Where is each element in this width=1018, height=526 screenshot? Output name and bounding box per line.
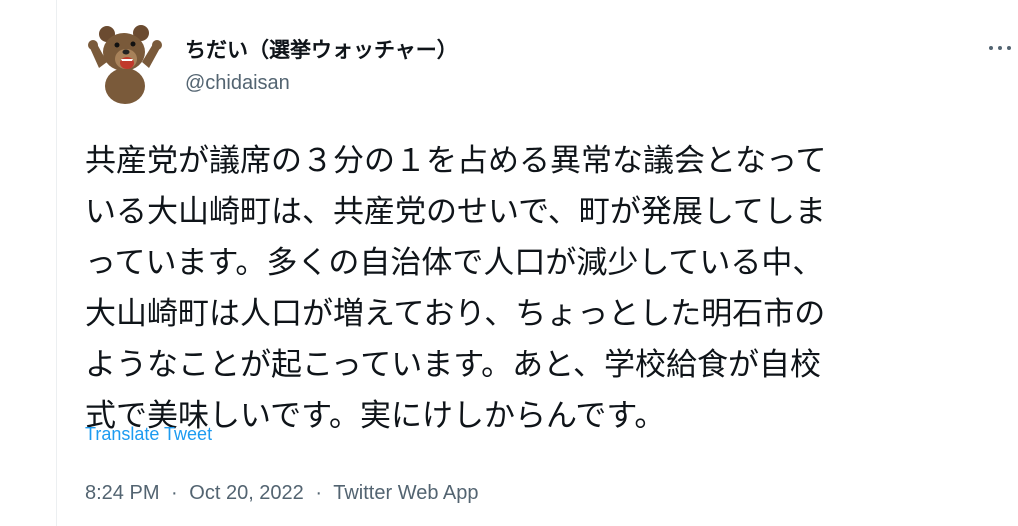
tweet-text-line: いる大山崎町は、共産党のせいで、町が発展してしま	[85, 194, 826, 230]
metadata-separator: ·	[171, 482, 178, 504]
tweet-text-line: っています。多くの自治体で人口が減少している中、	[85, 245, 824, 281]
author-handle[interactable]: @chidaisan	[185, 72, 290, 95]
bear-mouth	[120, 57, 134, 69]
tweet-text-line: 共産党が議席の３分の１を占める異常な議会となって	[85, 143, 827, 179]
more-dot	[1007, 46, 1011, 50]
bear-paw-right	[152, 40, 162, 50]
author-display-name[interactable]: ちだい（選挙ウォッチャー）	[185, 34, 458, 64]
tweet-text-line: 式で美味しいです。実にけしからんです。	[85, 398, 666, 434]
bear-eye-left	[114, 42, 120, 48]
tweet-date[interactable]: Oct 20, 2022	[189, 482, 304, 504]
tweet-text-line: ようなことが起こっています。あと、学校給食が自校	[85, 347, 821, 383]
bear-teeth	[121, 59, 133, 61]
metadata-separator: ·	[315, 482, 323, 504]
bear-body	[105, 68, 145, 104]
tweet-source: Twitter Web App	[333, 482, 479, 504]
tweet-metadata: 8:24 PM · Oct 20, 2022 · Twitter Web App	[85, 482, 479, 505]
more-dot	[998, 46, 1002, 50]
tweet-text-line: 大山崎町は人口が増えており、ちょっとした明石市の	[85, 296, 826, 332]
more-dot	[989, 46, 993, 50]
bear-nose	[122, 49, 130, 55]
avatar[interactable]	[85, 22, 165, 104]
bear-paw-left	[88, 40, 98, 50]
tweet-time[interactable]: 8:24 PM	[85, 482, 159, 504]
translate-tweet-link[interactable]: Translate Tweet	[85, 424, 212, 445]
more-options-icon[interactable]	[985, 30, 1015, 54]
tweet-text: 共産党が議席の３分の１を占める異常な議会となって いる大山崎町は、共産党のせいで…	[85, 136, 1018, 442]
bear-eye-right	[130, 41, 136, 47]
tweet-card: ちだい（選挙ウォッチャー） @chidaisan 共産党が議席の３分の１を占める…	[56, 0, 1018, 526]
